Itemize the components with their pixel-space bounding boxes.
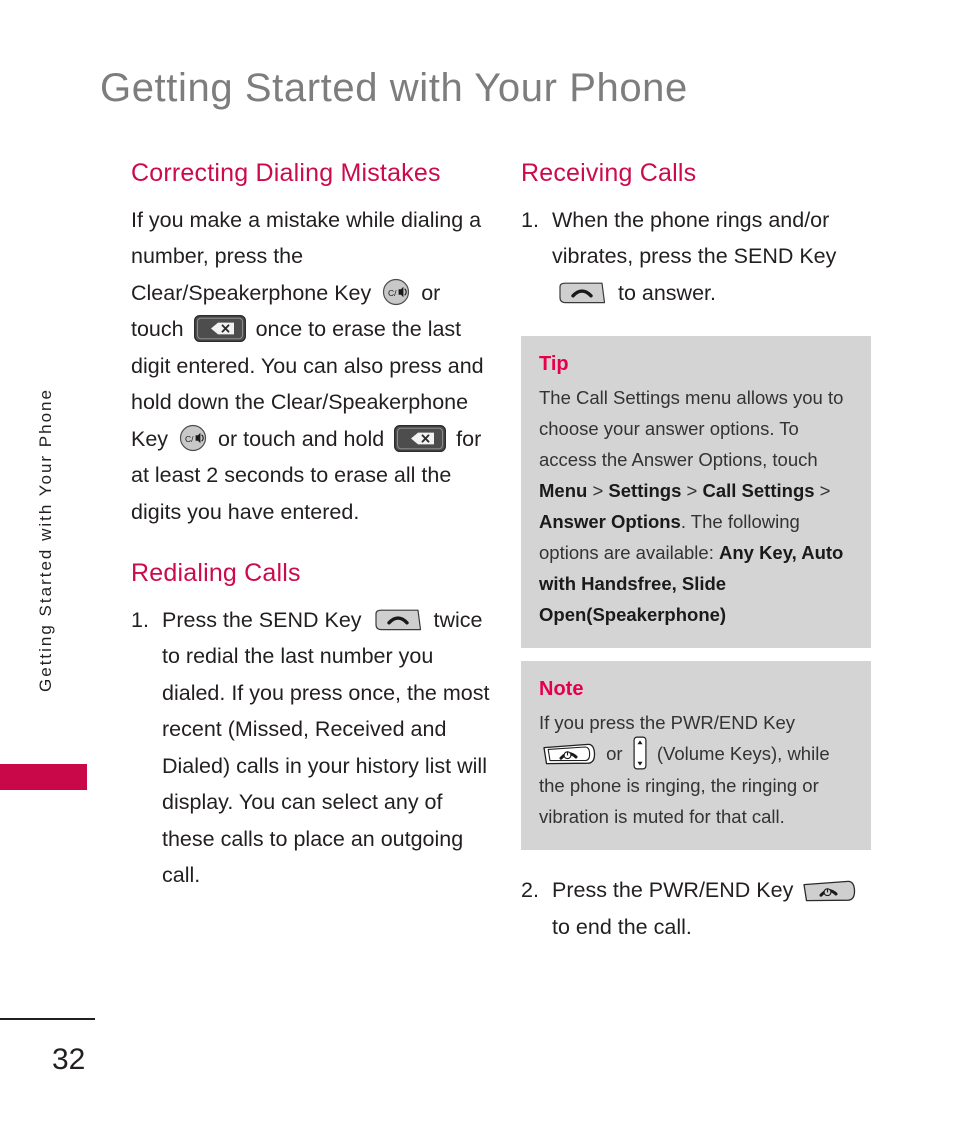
svg-text:C/: C/ bbox=[185, 434, 194, 444]
heading-correcting-dialing-mistakes: Correcting Dialing Mistakes bbox=[131, 159, 441, 187]
right-column: Receiving Calls 1. When the phone rings … bbox=[521, 159, 871, 945]
paragraph-correcting-dialing-mistakes: If you make a mistake while dialing a nu… bbox=[131, 202, 491, 531]
receiving-step-2: 2. Press the PWR/END Key to end the call… bbox=[521, 872, 871, 945]
step-text-part-2: to answer. bbox=[617, 280, 716, 305]
power-end-key-icon bbox=[541, 742, 597, 766]
heading-receiving-calls: Receiving Calls bbox=[521, 159, 697, 187]
tip-bold-menu: Menu bbox=[539, 480, 588, 501]
send-key-icon bbox=[556, 280, 608, 304]
tip-callout-box: Tip The Call Settings menu allows you to… bbox=[521, 336, 871, 648]
step-text-part-1: Press the SEND Key bbox=[162, 607, 362, 632]
tip-sep-2: > bbox=[681, 480, 703, 501]
side-tab-label: Getting Started with Your Phone bbox=[36, 388, 55, 692]
footer-divider bbox=[0, 1018, 95, 1020]
tip-bold-settings: Settings bbox=[608, 480, 682, 501]
clear-speakerphone-key-icon: C/ bbox=[179, 424, 207, 452]
step-number: 1. bbox=[521, 207, 539, 232]
tip-body: The Call Settings menu allows you to cho… bbox=[539, 382, 853, 630]
step-text-part-2: to end the call. bbox=[552, 914, 692, 939]
tip-bold-answer-options: Answer Options bbox=[539, 511, 681, 532]
receiving-step-1: 1. When the phone rings and/or vibrates,… bbox=[521, 202, 871, 312]
step-text-part-1: Press the PWR/END Key bbox=[552, 878, 794, 903]
note-body: If you press the PWR/END Key or (Volume … bbox=[539, 707, 853, 832]
volume-keys-icon bbox=[633, 736, 647, 770]
step-number: 1. bbox=[131, 607, 149, 632]
tip-title: Tip bbox=[539, 353, 569, 375]
touch-backspace-key-icon bbox=[394, 424, 447, 452]
page-number: 32 bbox=[52, 1043, 86, 1076]
side-tab-marker bbox=[0, 764, 87, 790]
redialing-step-1: 1. Press the SEND Key twice to redial th… bbox=[131, 602, 491, 894]
tip-sep-3: > bbox=[814, 480, 831, 501]
step-text-part-1: When the phone rings and/or vibrates, pr… bbox=[552, 207, 837, 269]
heading-redialing-calls: Redialing Calls bbox=[131, 559, 301, 587]
note-title: Note bbox=[539, 678, 584, 700]
power-end-key-icon bbox=[801, 878, 857, 902]
left-column: Correcting Dialing Mistakes If you make … bbox=[131, 159, 491, 894]
tip-text-1: The Call Settings menu allows you to cho… bbox=[539, 387, 844, 470]
page-title: Getting Started with Your Phone bbox=[100, 66, 688, 110]
send-key-icon bbox=[372, 607, 424, 631]
tip-bold-call-settings: Call Settings bbox=[702, 480, 815, 501]
svg-text:C/: C/ bbox=[388, 288, 397, 298]
note-text-2: or bbox=[606, 743, 623, 764]
paragraph-part-4: or touch and hold bbox=[218, 426, 385, 451]
side-tab: Getting Started with Your Phone bbox=[0, 0, 90, 1145]
touch-backspace-key-icon bbox=[193, 315, 246, 343]
note-callout-box: Note If you press the PWR/END Key or (Vo… bbox=[521, 661, 871, 851]
clear-speakerphone-key-icon: C/ bbox=[382, 278, 410, 306]
step-number: 2. bbox=[521, 878, 539, 903]
step-text-part-2: twice to redial the last number you dial… bbox=[162, 607, 490, 888]
note-text-1: If you press the PWR/END Key bbox=[539, 712, 796, 733]
tip-sep-1: > bbox=[587, 480, 609, 501]
